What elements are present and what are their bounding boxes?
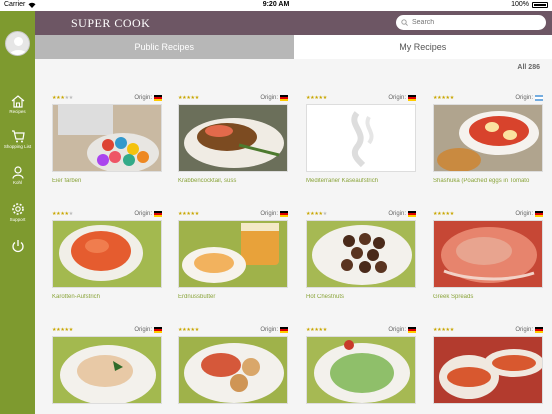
rating-stars: ★★★★★: [306, 95, 327, 101]
search-icon: [401, 19, 408, 26]
home-icon: [11, 95, 24, 108]
origin-label: Origin:: [134, 95, 152, 101]
recipe-title: Eier färben: [52, 178, 82, 184]
germany-flag-icon: [535, 327, 543, 333]
germany-flag-icon: [154, 95, 162, 101]
recipe-title: Erdnussbutter: [178, 294, 216, 300]
sidebar-item-logout[interactable]: [0, 239, 35, 253]
rating-stars: ★★★★★: [52, 95, 73, 101]
tab-my-recipes[interactable]: My Recipes: [293, 35, 552, 59]
recipe-image: [178, 104, 288, 172]
recipe-image: [433, 220, 543, 288]
rating-stars: ★★★★★: [306, 327, 327, 333]
recipe-image-placeholder: [306, 104, 416, 172]
recipe-image: [433, 104, 543, 172]
sidebar-item-shopping-list[interactable]: Shopping List: [0, 130, 35, 149]
rating-stars: ★★★★★: [178, 211, 199, 217]
recipe-card[interactable]: ★★★★★ Origin: Eier färben: [52, 94, 162, 184]
germany-flag-icon: [408, 327, 416, 333]
origin-label: Origin:: [134, 211, 152, 217]
origin-label: Origin:: [260, 327, 278, 333]
recipe-card[interactable]: ★★★★★ Origin: Erdnussbutter: [178, 210, 288, 300]
germany-flag-icon: [280, 327, 288, 333]
battery-label: 100%: [511, 1, 529, 8]
origin-label: Origin:: [388, 327, 406, 333]
rating-stars: ★★★★★: [433, 327, 454, 333]
search-input[interactable]: [412, 19, 532, 26]
germany-flag-icon: [154, 211, 162, 217]
recipe-image: [306, 336, 416, 404]
sidebar-item-label: Recipes: [9, 109, 26, 114]
recipe-image: [306, 220, 416, 288]
germany-flag-icon: [280, 95, 288, 101]
recipe-card[interactable]: ★★★★★ Origin: Greek Spreads: [433, 210, 543, 300]
recipe-title: Shashuka (Poached eggs in Tomato: [433, 178, 530, 184]
origin-label: Origin:: [388, 211, 406, 217]
recipe-card[interactable]: ★★★★★ Origin:: [52, 326, 162, 410]
recipe-tabs: Public Recipes My Recipes: [35, 35, 552, 59]
rating-stars: ★★★★★: [178, 327, 199, 333]
recipe-title: Mediterraner Käseaufstrich: [306, 178, 379, 184]
user-silhouette-icon: [9, 37, 28, 55]
recipe-image: [52, 336, 162, 404]
battery-icon: [532, 1, 548, 8]
recipe-card[interactable]: ★★★★★ Origin: Shashuka (Poached eggs in …: [433, 94, 543, 184]
recipe-image: [178, 336, 288, 404]
rating-stars: ★★★★★: [433, 211, 454, 217]
recipe-card[interactable]: ★★★★★ Origin:: [306, 326, 416, 410]
origin-label: Origin:: [260, 95, 278, 101]
sidebar-item-label: Kohl: [12, 180, 22, 185]
recipe-title: Greek Spreads: [433, 294, 474, 300]
rating-stars: ★★★★★: [306, 211, 327, 217]
origin-label: Origin:: [134, 327, 152, 333]
status-bar: Carrier 9:20 AM 100%: [0, 0, 552, 11]
recipe-image: [52, 220, 162, 288]
recipe-title: Krabbencocktail, süss: [178, 178, 237, 184]
origin-label: Origin:: [260, 211, 278, 217]
recipe-card[interactable]: ★★★★★ Origin:: [433, 326, 543, 410]
tab-public-recipes[interactable]: Public Recipes: [35, 35, 294, 59]
app-logo: SUPER COOK: [71, 16, 151, 30]
origin-label: Origin:: [515, 95, 533, 101]
avatar[interactable]: [5, 31, 30, 56]
search-box[interactable]: [396, 15, 546, 30]
recipe-grid: All 286 ★★★★★ Origin: Eier färben ★★★★★ …: [35, 59, 552, 414]
rating-stars: ★★★★★: [52, 327, 73, 333]
sidebar-item-label: Support: [9, 217, 26, 222]
recipe-card[interactable]: ★★★★★ Origin: Karotten-Aufstrich: [52, 210, 162, 300]
recipe-image: [178, 220, 288, 288]
germany-flag-icon: [408, 95, 416, 101]
recipe-count-filter[interactable]: All 286: [517, 64, 540, 71]
argentina-flag-icon: [535, 95, 543, 101]
recipe-title: Hot Chestnuts: [306, 294, 345, 300]
power-icon: [11, 240, 24, 253]
origin-label: Origin:: [515, 327, 533, 333]
recipe-image: [52, 104, 162, 172]
sidebar-item-label: Shopping List: [3, 144, 32, 149]
sidebar-item-support[interactable]: Support: [0, 202, 35, 222]
recipe-card[interactable]: ★★★★★ Origin:: [178, 326, 288, 410]
sidebar-item-kohl[interactable]: Kohl: [0, 166, 35, 185]
sidebar-item-recipes[interactable]: Recipes: [0, 95, 35, 114]
recipe-card[interactable]: ★★★★★ Origin: Hot Chestnuts: [306, 210, 416, 300]
recipe-card[interactable]: ★★★★★ Origin: Krabbencocktail, süss: [178, 94, 288, 184]
germany-flag-icon: [408, 211, 416, 217]
rating-stars: ★★★★★: [52, 211, 73, 217]
gear-icon: [11, 203, 24, 215]
top-bar: SUPER COOK: [35, 11, 552, 35]
sidebar: Recipes Shopping List Kohl Support: [0, 11, 35, 414]
germany-flag-icon: [154, 327, 162, 333]
status-time: 9:20 AM: [262, 1, 290, 8]
germany-flag-icon: [535, 211, 543, 217]
recipe-title: Karotten-Aufstrich: [52, 294, 101, 300]
germany-flag-icon: [280, 211, 288, 217]
recipe-card[interactable]: ★★★★★ Origin: Mediterraner Käseaufstrich: [306, 94, 416, 184]
cart-icon: [11, 130, 25, 143]
rating-stars: ★★★★★: [433, 95, 454, 101]
person-icon: [11, 166, 24, 179]
origin-label: Origin:: [388, 95, 406, 101]
recipe-image: [433, 336, 543, 404]
rating-stars: ★★★★★: [178, 95, 199, 101]
origin-label: Origin:: [515, 211, 533, 217]
